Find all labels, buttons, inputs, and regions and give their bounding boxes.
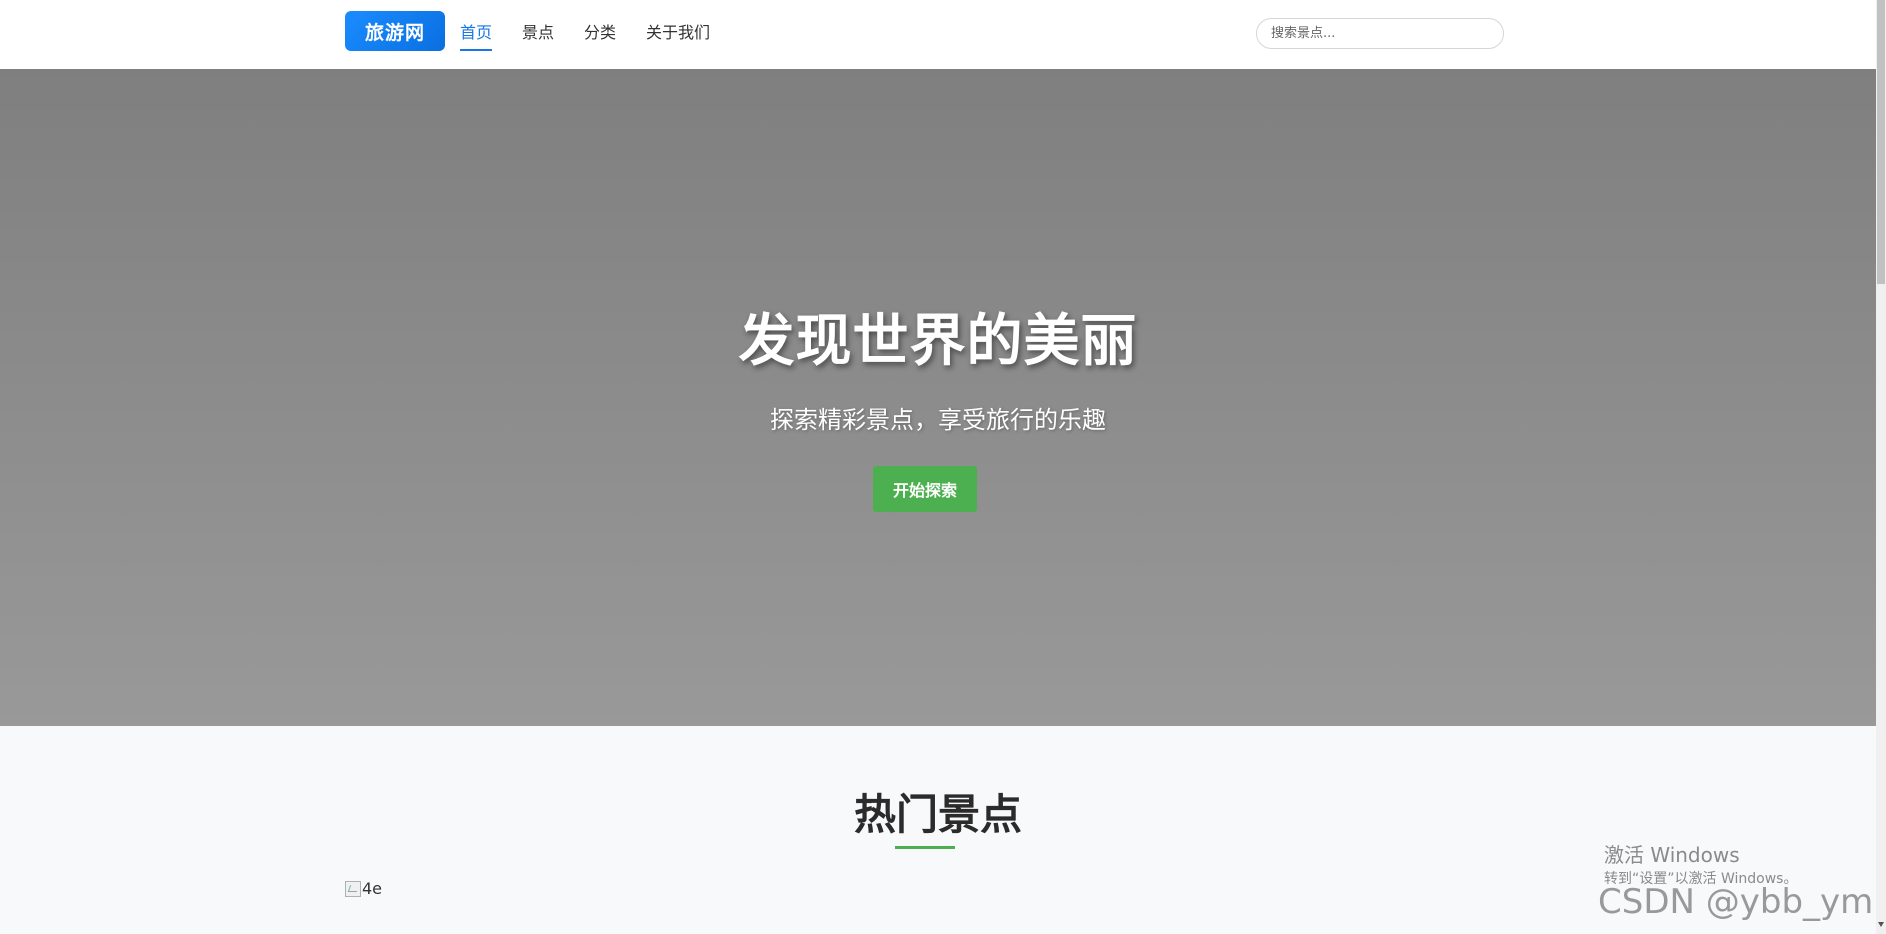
nav-item-categories[interactable]: 分类 <box>584 22 616 51</box>
hero-title: 发现世界的美丽 <box>738 309 1138 374</box>
nav-item-about[interactable]: 关于我们 <box>646 22 710 51</box>
scrollbar-thumb[interactable] <box>1877 0 1885 284</box>
attraction-image-broken[interactable]: 4e <box>345 879 382 898</box>
hero-subtitle: 探索精彩景点，享受旅行的乐趣 <box>770 406 1106 434</box>
nav-item-attractions[interactable]: 景点 <box>522 22 554 51</box>
start-explore-button[interactable]: 开始探索 <box>873 466 977 512</box>
scroll-down-arrow-icon[interactable] <box>1878 922 1884 927</box>
main-nav: 首页 景点 分类 关于我们 <box>460 22 710 51</box>
hero-banner: 发现世界的美丽 探索精彩景点，享受旅行的乐趣 开始探索 <box>0 69 1876 726</box>
broken-image-icon <box>345 880 361 897</box>
section-title-underline <box>895 846 955 849</box>
image-alt-text: 4e <box>362 879 383 898</box>
windows-activation-title: 激活 Windows <box>1604 843 1740 867</box>
popular-section-title: 热门景点 <box>853 790 1022 839</box>
vertical-scrollbar[interactable] <box>1876 0 1886 934</box>
search-input[interactable] <box>1256 18 1504 49</box>
site-logo[interactable]: 旅游网 <box>345 11 445 51</box>
top-nav-bar: 旅游网 首页 景点 分类 关于我们 <box>0 0 1876 70</box>
page: 旅游网 首页 景点 分类 关于我们 发现世界的美丽 探索精彩景点，享受旅行的乐趣… <box>0 0 1886 934</box>
nav-item-home[interactable]: 首页 <box>460 22 493 51</box>
csdn-watermark: CSDN @ybb_ymm <box>1598 882 1886 922</box>
